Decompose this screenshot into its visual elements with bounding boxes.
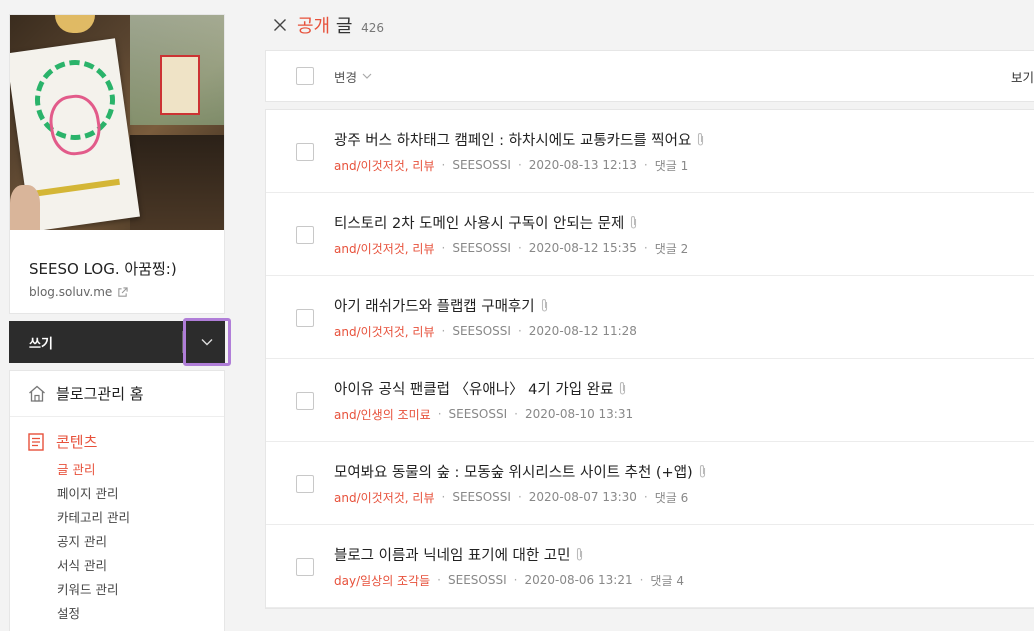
post-author: SEESOSSI [452, 241, 511, 255]
write-dropdown-toggle[interactable] [183, 318, 231, 366]
post-date: 2020-08-12 15:35 [528, 241, 637, 255]
post-title: 티스토리 2차 도메인 사용시 구독이 안되는 문제 [334, 215, 625, 232]
post-author: SEESOSSI [448, 407, 508, 421]
post-title: 광주 버스 하차태그 캠페인 : 하차시에도 교통카드를 찍어요 [334, 132, 692, 149]
menu-contents-title[interactable]: 콘텐츠 [28, 431, 206, 452]
post-title: 아기 래쉬가드와 플랩캡 구매후기 [334, 298, 535, 315]
post-title-link[interactable]: 티스토리 2차 도메인 사용시 구독이 안되는 문제 [334, 212, 688, 233]
title-row: 공개 글 426 [265, 0, 1034, 50]
submenu-keyword-manage[interactable]: 키워드 관리 [57, 578, 206, 602]
change-label: 변경 [334, 69, 358, 85]
post-title-link[interactable]: 아기 래쉬가드와 플랩캡 구매후기 [334, 295, 637, 316]
post-author: SEESOSSI [452, 490, 511, 504]
post-row: 아이유 공식 팬클럽 〈유애나〉 4기 가입 완료 and/인생의 조미료 · S… [266, 359, 1034, 442]
chevron-down-icon [201, 339, 213, 346]
post-category[interactable]: and/인생의 조미료 [334, 406, 431, 423]
select-all-checkbox[interactable] [296, 67, 314, 85]
attachment-clip-icon [699, 464, 705, 478]
post-author: SEESOSSI [452, 158, 511, 172]
post-meta: and/이것저것, 리뷰 · SEESOSSI · 2020-08-13 12:13… [334, 157, 689, 174]
submenu-notice-manage[interactable]: 공지 관리 [57, 530, 206, 554]
profile-image[interactable] [10, 15, 224, 230]
page-title: 공개 글 426 [297, 12, 384, 38]
chevron-down-icon [362, 73, 372, 79]
attachment-clip-icon [631, 215, 637, 229]
post-category[interactable]: and/이것저것, 리뷰 [334, 157, 435, 174]
post-title: 블로그 이름과 닉네임 표기에 대한 고민 [334, 547, 571, 564]
post-row: 광주 버스 하차태그 캠페인 : 하차시에도 교통카드를 찍어요 and/이것저… [266, 110, 1034, 193]
post-date: 2020-08-12 11:28 [528, 324, 637, 338]
list-toolbar: 변경 보기 [265, 50, 1034, 102]
post-meta: and/이것저것, 리뷰 · SEESOSSI · 2020-08-12 15:35… [334, 240, 689, 257]
post-title-link[interactable]: 광주 버스 하차태그 캠페인 : 하차시에도 교통카드를 찍어요 [334, 129, 705, 150]
post-count: 426 [361, 21, 385, 35]
menu-section-contents: 콘텐츠 글 관리 페이지 관리 카테고리 관리 공지 관리 서식 관리 키워드 … [10, 417, 224, 631]
post-title: 모여봐요 동물의 숲 : 모동숲 위시리스트 사이트 추천 (+앱) [334, 464, 693, 481]
view-dropdown[interactable]: 보기 [1011, 67, 1034, 86]
home-icon [29, 385, 45, 402]
submenu-template-manage[interactable]: 서식 관리 [57, 554, 206, 578]
post-category[interactable]: and/이것저것, 리뷰 [334, 240, 435, 257]
post-category[interactable]: and/이것저것, 리뷰 [334, 489, 435, 506]
submenu-page-manage[interactable]: 페이지 관리 [57, 482, 206, 506]
attachment-clip-icon [577, 547, 583, 561]
post-title-link[interactable]: 아이유 공식 팬클럽 〈유애나〉 4기 가입 완료 [334, 378, 633, 399]
post-comments[interactable]: 댓글 4 [650, 572, 684, 589]
post-comments[interactable]: 댓글 6 [655, 489, 689, 506]
post-category[interactable]: day/일상의 조각들 [334, 572, 430, 589]
post-row: 티스토리 2차 도메인 사용시 구독이 안되는 문제 and/이것저것, 리뷰 ·… [266, 193, 1034, 276]
post-comments[interactable]: 댓글 2 [655, 240, 689, 257]
submenu-settings[interactable]: 설정 [57, 602, 206, 626]
post-checkbox[interactable] [296, 226, 314, 244]
post-checkbox[interactable] [296, 475, 314, 493]
post-checkbox[interactable] [296, 392, 314, 410]
post-checkbox[interactable] [296, 143, 314, 161]
post-meta: and/이것저것, 리뷰 · SEESOSSI · 2020-08-12 11:28 [334, 323, 637, 340]
submenu-post-manage[interactable]: 글 관리 [57, 458, 206, 482]
menu-blog-home[interactable]: 블로그관리 홈 [10, 371, 224, 417]
post-meta: and/이것저것, 리뷰 · SEESOSSI · 2020-08-07 13:30… [334, 489, 689, 506]
post-row: 블로그 이름과 닉네임 표기에 대한 고민 day/일상의 조각들 · SEESO… [266, 525, 1034, 608]
write-bar: 쓰기 [9, 318, 231, 366]
post-date: 2020-08-07 13:30 [528, 490, 637, 504]
attachment-clip-icon [620, 381, 626, 395]
post-checkbox[interactable] [296, 309, 314, 327]
post-category[interactable]: and/이것저것, 리뷰 [334, 323, 435, 340]
document-icon [28, 432, 44, 451]
menu-contents-label: 콘텐츠 [56, 433, 98, 451]
post-title-link[interactable]: 블로그 이름과 닉네임 표기에 대한 고민 [334, 544, 684, 565]
close-icon[interactable] [273, 18, 287, 32]
post-meta: day/일상의 조각들 · SEESOSSI · 2020-08-06 13:21 ·… [334, 572, 684, 589]
post-date: 2020-08-10 13:31 [524, 407, 634, 421]
title-accent: 공개 [297, 16, 331, 37]
post-meta: and/인생의 조미료 · SEESOSSI · 2020-08-10 13:31 [334, 406, 634, 423]
post-date: 2020-08-06 13:21 [524, 573, 633, 587]
post-title-link[interactable]: 모여봐요 동물의 숲 : 모동숲 위시리스트 사이트 추천 (+앱) [334, 461, 707, 482]
change-dropdown[interactable]: 변경 [334, 67, 372, 86]
post-row: 아기 래쉬가드와 플랩캡 구매후기 and/이것저것, 리뷰 · SEESOSSI… [266, 276, 1034, 359]
post-row: 모여봐요 동물의 숲 : 모동숲 위시리스트 사이트 추천 (+앱) and/이… [266, 442, 1034, 525]
post-title: 아이유 공식 팬클럽 〈유애나〉 4기 가입 완료 [334, 381, 614, 398]
external-link-icon [118, 286, 128, 297]
post-list: 광주 버스 하차태그 캠페인 : 하차시에도 교통카드를 찍어요 and/이것저… [265, 109, 1034, 609]
blog-url-link[interactable]: blog.soluv.me [29, 285, 205, 299]
profile-card: SEESO LOG. 아꿈찡:) blog.soluv.me [9, 14, 225, 314]
post-author: SEESOSSI [452, 324, 511, 338]
contents-submenu: 글 관리 페이지 관리 카테고리 관리 공지 관리 서식 관리 키워드 관리 설… [28, 458, 206, 626]
admin-menu: 블로그관리 홈 콘텐츠 글 관리 페이지 관리 카테고리 관리 공지 관리 서식… [9, 370, 225, 631]
attachment-clip-icon [698, 132, 704, 146]
attachment-clip-icon [541, 298, 547, 312]
post-checkbox[interactable] [296, 558, 314, 576]
menu-blog-home-label: 블로그관리 홈 [56, 385, 144, 403]
post-author: SEESOSSI [448, 573, 507, 587]
sidebar: SEESO LOG. 아꿈찡:) blog.soluv.me 쓰기 블로그관리 … [9, 14, 231, 631]
blog-name[interactable]: SEESO LOG. 아꿈찡:) [29, 258, 205, 279]
submenu-category-manage[interactable]: 카테고리 관리 [57, 506, 206, 530]
post-comments[interactable]: 댓글 1 [655, 157, 689, 174]
blog-url: blog.soluv.me [29, 285, 113, 299]
main-content: 공개 글 426 변경 보기 광주 버스 하차태그 캠페인 : 하차시에도 교통… [265, 0, 1034, 609]
write-button[interactable]: 쓰기 [9, 321, 182, 363]
title-rest: 글 [335, 16, 353, 37]
post-date: 2020-08-13 12:13 [528, 158, 637, 172]
